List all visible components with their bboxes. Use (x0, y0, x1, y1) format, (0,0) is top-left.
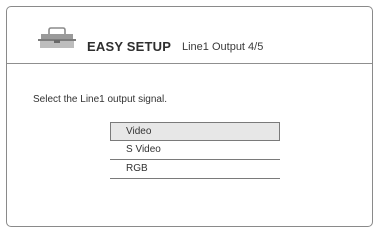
page-title: EASY SETUP (87, 39, 172, 54)
output-signal-options: Video S Video RGB (110, 122, 280, 179)
instruction-text: Select the Line1 output signal. (33, 94, 167, 105)
header: EASY SETUP Line1 Output 4/5 (7, 7, 372, 62)
option-rgb[interactable]: RGB (110, 160, 280, 179)
toolbox-icon (38, 27, 76, 48)
option-s-video[interactable]: S Video (110, 141, 280, 160)
page-subtitle: Line1 Output 4/5 (182, 41, 264, 53)
option-video[interactable]: Video (110, 122, 280, 141)
setup-screen: EASY SETUP Line1 Output 4/5 Select the L… (6, 6, 373, 227)
header-divider (7, 63, 372, 64)
